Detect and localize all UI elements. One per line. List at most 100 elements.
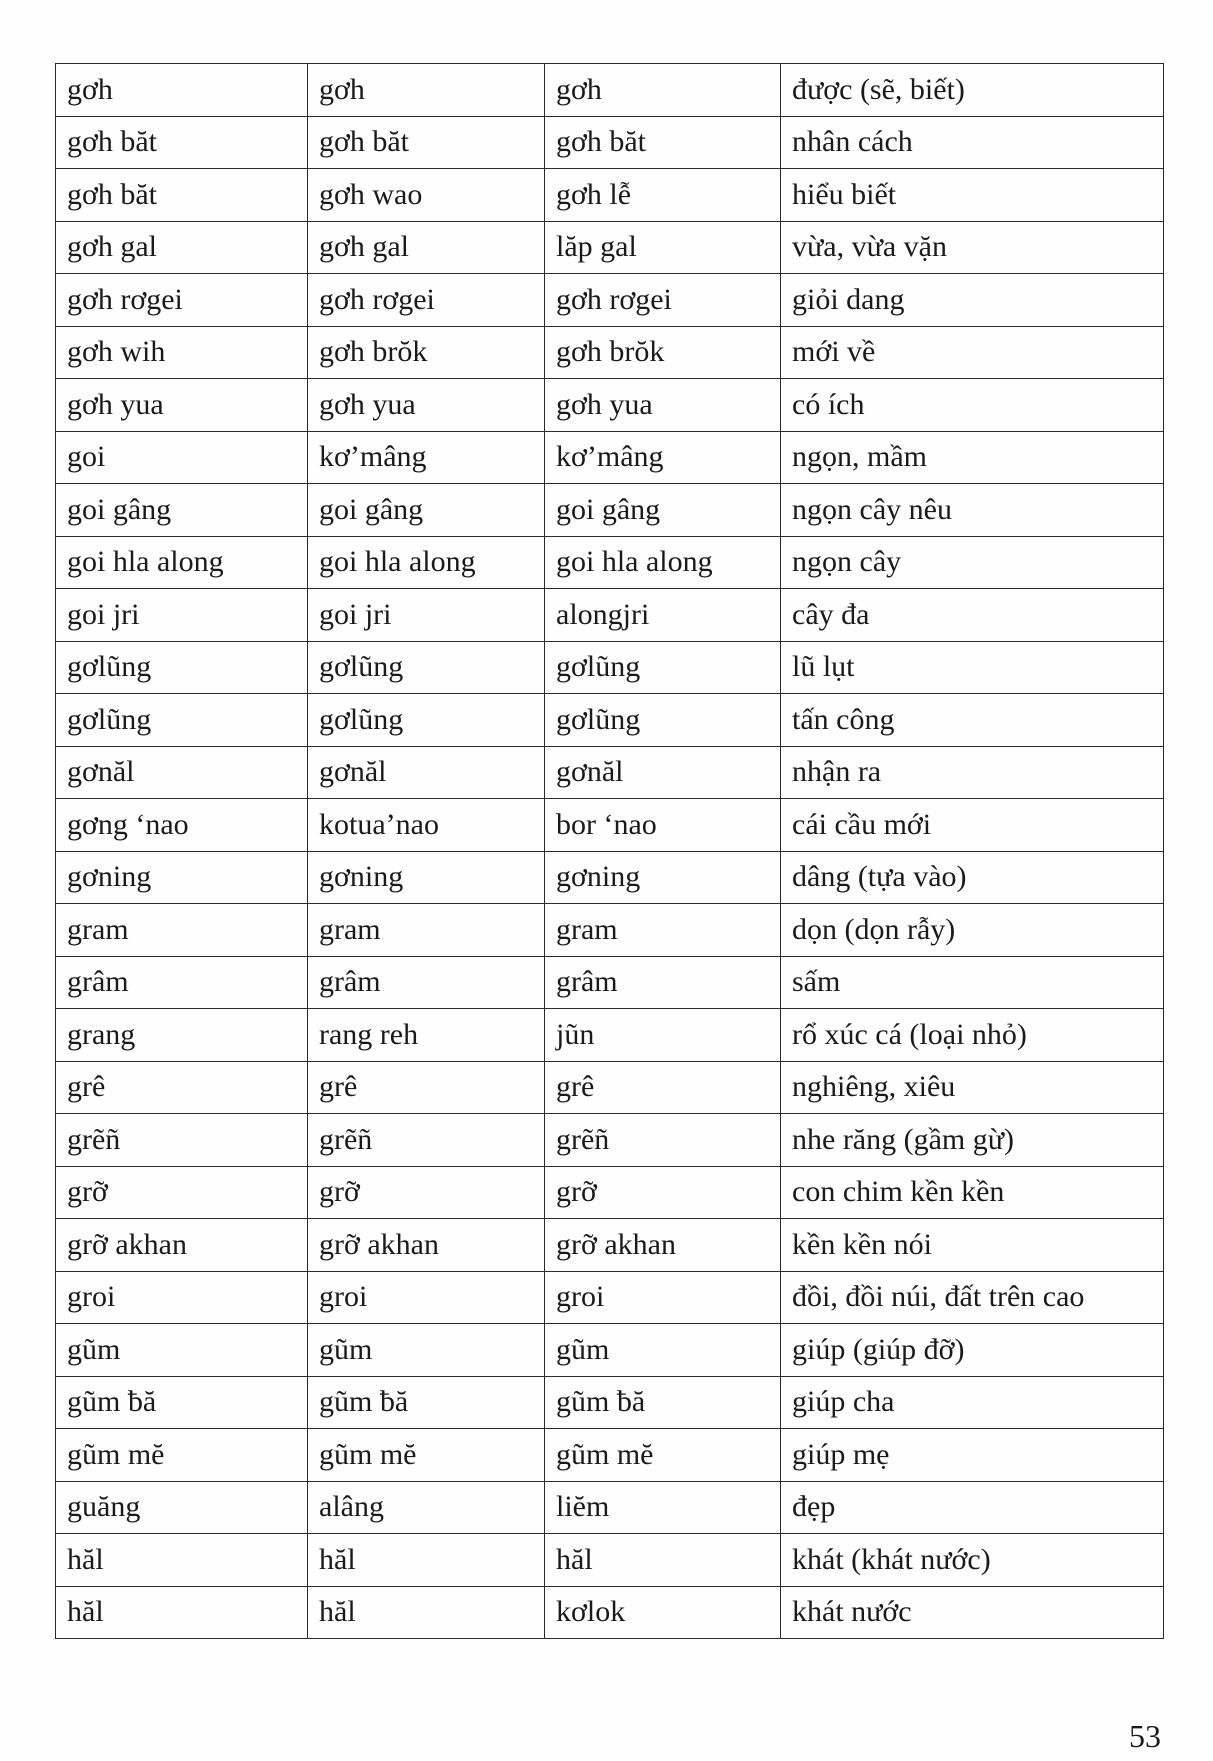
table-row: gũm gũm gũm giúp (giúp đỡ) xyxy=(55,1323,1164,1377)
table-cell-meaning-col: đẹp xyxy=(780,1480,1164,1534)
table-cell-meaning-col: lũ lụt xyxy=(780,640,1164,694)
table-cell-meaning-col: hiểu biết xyxy=(780,168,1164,222)
dictionary-page: gơh gơh gơh được (sẽ, biết) gơh băt gơh băt gơ… xyxy=(0,0,1213,1761)
table-cell-term-col-2: gơh wao xyxy=(307,168,545,222)
table-cell-term-col-3: liĕm xyxy=(544,1480,781,1534)
table-cell-term-col-1: gơnăl xyxy=(55,745,308,799)
table-cell-meaning-col: cái cầu mới xyxy=(780,798,1164,852)
table-cell-meaning-col: ngọn cây nêu xyxy=(780,483,1164,537)
table-cell-term-col-2: gơh yua xyxy=(307,378,545,432)
table-cell-term-col-2: gơh rơgei xyxy=(307,273,545,327)
table-cell-term-col-3: grâm xyxy=(544,955,781,1009)
table-row: gơlũng gơlũng gơlũng tấn công xyxy=(55,693,1164,747)
table-cell-term-col-3: gơh băt xyxy=(544,115,781,169)
table-cell-term-col-1: gơh xyxy=(55,63,308,117)
table-row: grê grê grê nghiêng, xiêu xyxy=(55,1060,1164,1114)
table-row: grỡ grỡ grỡ con chim kền kền xyxy=(55,1165,1164,1219)
table-cell-term-col-2: gũm ƀă xyxy=(307,1375,545,1429)
table-cell-term-col-1: grang xyxy=(55,1008,308,1062)
table-row: gơh rơgei gơh rơgei gơh rơgei giỏi dang xyxy=(55,273,1164,327)
table-cell-term-col-2: gơh gal xyxy=(307,220,545,274)
table-cell-term-col-3: grẽñ xyxy=(544,1113,781,1167)
table-cell-term-col-3: grỡ akhan xyxy=(544,1218,781,1272)
table-cell-term-col-3: gũm ƀă xyxy=(544,1375,781,1429)
table-cell-term-col-3: gơlũng xyxy=(544,693,781,747)
table-cell-term-col-3: grê xyxy=(544,1060,781,1114)
table-row: gơh gal gơh gal lăp gal vừa, vừa vặn xyxy=(55,220,1164,274)
table-cell-term-col-1: groi xyxy=(55,1270,308,1324)
table-cell-meaning-col: con chim kền kền xyxy=(780,1165,1164,1219)
table-cell-term-col-3: gũm mĕ xyxy=(544,1428,781,1482)
table-cell-term-col-3: gơh lễ xyxy=(544,168,781,222)
table-row: goi gâng goi gâng goi gâng ngọn cây nêu xyxy=(55,483,1164,537)
table-cell-term-col-3: goi gâng xyxy=(544,483,781,537)
table-row: gơh yua gơh yua gơh yua có ích xyxy=(55,378,1164,432)
table-cell-term-col-3: bor ‘nao xyxy=(544,798,781,852)
table-cell-term-col-1: grẽñ xyxy=(55,1113,308,1167)
table-cell-term-col-2: gũm xyxy=(307,1323,545,1377)
table-cell-term-col-2: grẽñ xyxy=(307,1113,545,1167)
table-cell-term-col-2: gram xyxy=(307,903,545,957)
table-cell-term-col-2: grỡ xyxy=(307,1165,545,1219)
table-cell-meaning-col: nhe răng (gầm gừ) xyxy=(780,1113,1164,1167)
table-cell-term-col-2: grâm xyxy=(307,955,545,1009)
table-cell-meaning-col: giúp mẹ xyxy=(780,1428,1164,1482)
table-row: gơh wih gơh brŏk gơh brŏk mới về xyxy=(55,325,1164,379)
table-row: gũm ƀă gũm ƀă gũm ƀă giúp cha xyxy=(55,1375,1164,1429)
table-row: hăl hăl kơlok khát nước xyxy=(55,1585,1164,1639)
table-cell-meaning-col: sấm xyxy=(780,955,1164,1009)
table-cell-term-col-1: gơh băt xyxy=(55,115,308,169)
table-cell-term-col-2: gơh brŏk xyxy=(307,325,545,379)
table-cell-term-col-1: goi xyxy=(55,430,308,484)
table-cell-term-col-2: hăl xyxy=(307,1533,545,1587)
table-cell-term-col-3: gơh yua xyxy=(544,378,781,432)
table-cell-term-col-2: alâng xyxy=(307,1480,545,1534)
table-cell-meaning-col: nhận ra xyxy=(780,745,1164,799)
table-cell-term-col-1: gơning xyxy=(55,850,308,904)
table-cell-meaning-col: giúp (giúp đỡ) xyxy=(780,1323,1164,1377)
table-cell-term-col-1: gơh wih xyxy=(55,325,308,379)
table-cell-term-col-3: hăl xyxy=(544,1533,781,1587)
table-cell-meaning-col: mới về xyxy=(780,325,1164,379)
table-cell-term-col-1: gơh băt xyxy=(55,168,308,222)
table-row: goi hla along goi hla along goi hla along n… xyxy=(55,535,1164,589)
table-row: gơlũng gơlũng gơlũng lũ lụt xyxy=(55,640,1164,694)
table-cell-term-col-3: gơnăl xyxy=(544,745,781,799)
table-row: goi jri goi jri alongjri cây đa xyxy=(55,588,1164,642)
table-cell-term-col-1: gũm ƀă xyxy=(55,1375,308,1429)
table-cell-term-col-1: guăng xyxy=(55,1480,308,1534)
table-cell-meaning-col: ngọn, mầm xyxy=(780,430,1164,484)
table-cell-term-col-3: gũm xyxy=(544,1323,781,1377)
table-cell-term-col-2: kơ’mâng xyxy=(307,430,545,484)
table-cell-meaning-col: nhân cách xyxy=(780,115,1164,169)
table-row: gũm mĕ gũm mĕ gũm mĕ giúp mẹ xyxy=(55,1428,1164,1482)
table-cell-term-col-2: gơh băt xyxy=(307,115,545,169)
table-cell-term-col-2: gơh xyxy=(307,63,545,117)
table-cell-term-col-3: gơh xyxy=(544,63,781,117)
table-cell-term-col-2: grỡ akhan xyxy=(307,1218,545,1272)
table-cell-term-col-1: gũm mĕ xyxy=(55,1428,308,1482)
table-cell-meaning-col: tấn công xyxy=(780,693,1164,747)
table-cell-meaning-col: cây đa xyxy=(780,588,1164,642)
table-cell-term-col-1: grỡ akhan xyxy=(55,1218,308,1272)
table-cell-term-col-3: kơlok xyxy=(544,1585,781,1639)
table-cell-term-col-1: gram xyxy=(55,903,308,957)
table-cell-term-col-3: gơning xyxy=(544,850,781,904)
table-cell-term-col-3: lăp gal xyxy=(544,220,781,274)
table-cell-term-col-2: gơnăl xyxy=(307,745,545,799)
table-cell-term-col-1: grỡ xyxy=(55,1165,308,1219)
table-cell-term-col-1: gơh yua xyxy=(55,378,308,432)
table-cell-term-col-1: grâm xyxy=(55,955,308,1009)
table-cell-term-col-3: gơh rơgei xyxy=(544,273,781,327)
table-cell-meaning-col: dâng (tựa vào) xyxy=(780,850,1164,904)
table-cell-term-col-1: gơh gal xyxy=(55,220,308,274)
table-cell-term-col-1: grê xyxy=(55,1060,308,1114)
table-cell-term-col-3: jũn xyxy=(544,1008,781,1062)
page-number: 53 xyxy=(1129,1718,1161,1754)
table-row: gơng ‘nao kotua’nao bor ‘nao cái cầu mới xyxy=(55,798,1164,852)
table-cell-meaning-col: đồi, đồi núi, đất trên cao xyxy=(780,1270,1164,1324)
table-row: grẽñ grẽñ grẽñ nhe răng (gầm gừ) xyxy=(55,1113,1164,1167)
table-cell-term-col-1: goi hla along xyxy=(55,535,308,589)
table-cell-term-col-1: hăl xyxy=(55,1533,308,1587)
table-cell-term-col-2: gơning xyxy=(307,850,545,904)
